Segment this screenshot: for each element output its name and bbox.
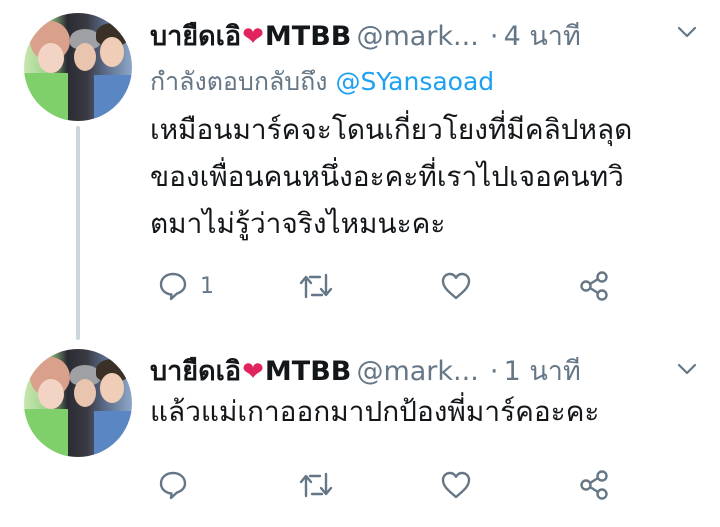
avatar[interactable] <box>24 349 132 457</box>
reply-icon <box>158 470 188 500</box>
display-name[interactable]: บายืดเอิ <box>150 356 241 387</box>
like-icon <box>440 470 472 500</box>
like-icon <box>440 271 472 301</box>
share-icon <box>578 270 610 302</box>
tweet-header: บายืดเอิ❤MTBB @mark... · 1 นาที <box>150 349 581 392</box>
time-separator: · <box>489 21 499 52</box>
replying-to-link[interactable]: @SYansaoad <box>335 67 494 96</box>
retweet-icon <box>298 470 334 500</box>
retweet-button[interactable] <box>298 271 334 301</box>
tweet-text-line: เหมือนมาร์คจะโดนเกี่ยวโยงที่มีคลิปหลุด <box>150 113 633 146</box>
tweet-text: แล้วแม่เกาออกมาปกป้องพี่มาร์คอะคะ <box>150 388 599 435</box>
chevron-down-icon[interactable] <box>677 22 697 43</box>
tweet-actions <box>150 465 620 505</box>
display-name-suffix[interactable]: MTBB <box>265 356 351 387</box>
tweet-text-line: ตมาไม่รู้ว่าจริงไหมนะคะ <box>150 207 446 240</box>
display-name-suffix[interactable]: MTBB <box>265 21 351 52</box>
reply-count: 1 <box>200 273 214 299</box>
chevron-down-icon[interactable] <box>677 359 697 380</box>
reply-icon <box>158 271 188 301</box>
heart-emoji-icon: ❤ <box>242 357 264 387</box>
timestamp[interactable]: 1 นาที <box>504 356 581 387</box>
time-separator: · <box>489 356 499 387</box>
like-button[interactable] <box>440 470 472 500</box>
tweet-text: เหมือนมาร์คจะโดนเกี่ยวโยงที่มีคลิปหลุด ข… <box>150 106 632 247</box>
user-handle[interactable]: @mark... <box>356 21 478 52</box>
share-button[interactable] <box>578 469 610 501</box>
reply-button[interactable] <box>158 470 188 500</box>
retweet-button[interactable] <box>298 470 334 500</box>
like-button[interactable] <box>440 271 472 301</box>
heart-emoji-icon: ❤ <box>242 22 264 52</box>
replying-to: กำลังตอบกลับถึง @SYansaoad <box>150 62 494 102</box>
timestamp[interactable]: 4 นาที <box>504 21 581 52</box>
tweet-actions: 1 <box>150 266 620 306</box>
replying-to-label: กำลังตอบกลับถึง <box>150 67 328 96</box>
display-name[interactable]: บายืดเอิ <box>150 21 241 52</box>
reply-button[interactable]: 1 <box>158 271 214 301</box>
retweet-icon <box>298 271 334 301</box>
share-icon <box>578 469 610 501</box>
tweet-text-line: ของเพื่อนคนหนึ่งอะคะที่เราไปเจอคนทวิ <box>150 160 624 193</box>
tweet-text-line: แล้วแม่เกาออกมาปกป้องพี่มาร์คอะคะ <box>150 395 600 428</box>
avatar[interactable] <box>24 13 132 121</box>
share-button[interactable] <box>578 270 610 302</box>
user-handle[interactable]: @mark... <box>356 356 478 387</box>
tweet-header: บายืดเอิ❤MTBB @mark... · 4 นาที <box>150 14 581 57</box>
thread-connector-line <box>76 126 80 340</box>
